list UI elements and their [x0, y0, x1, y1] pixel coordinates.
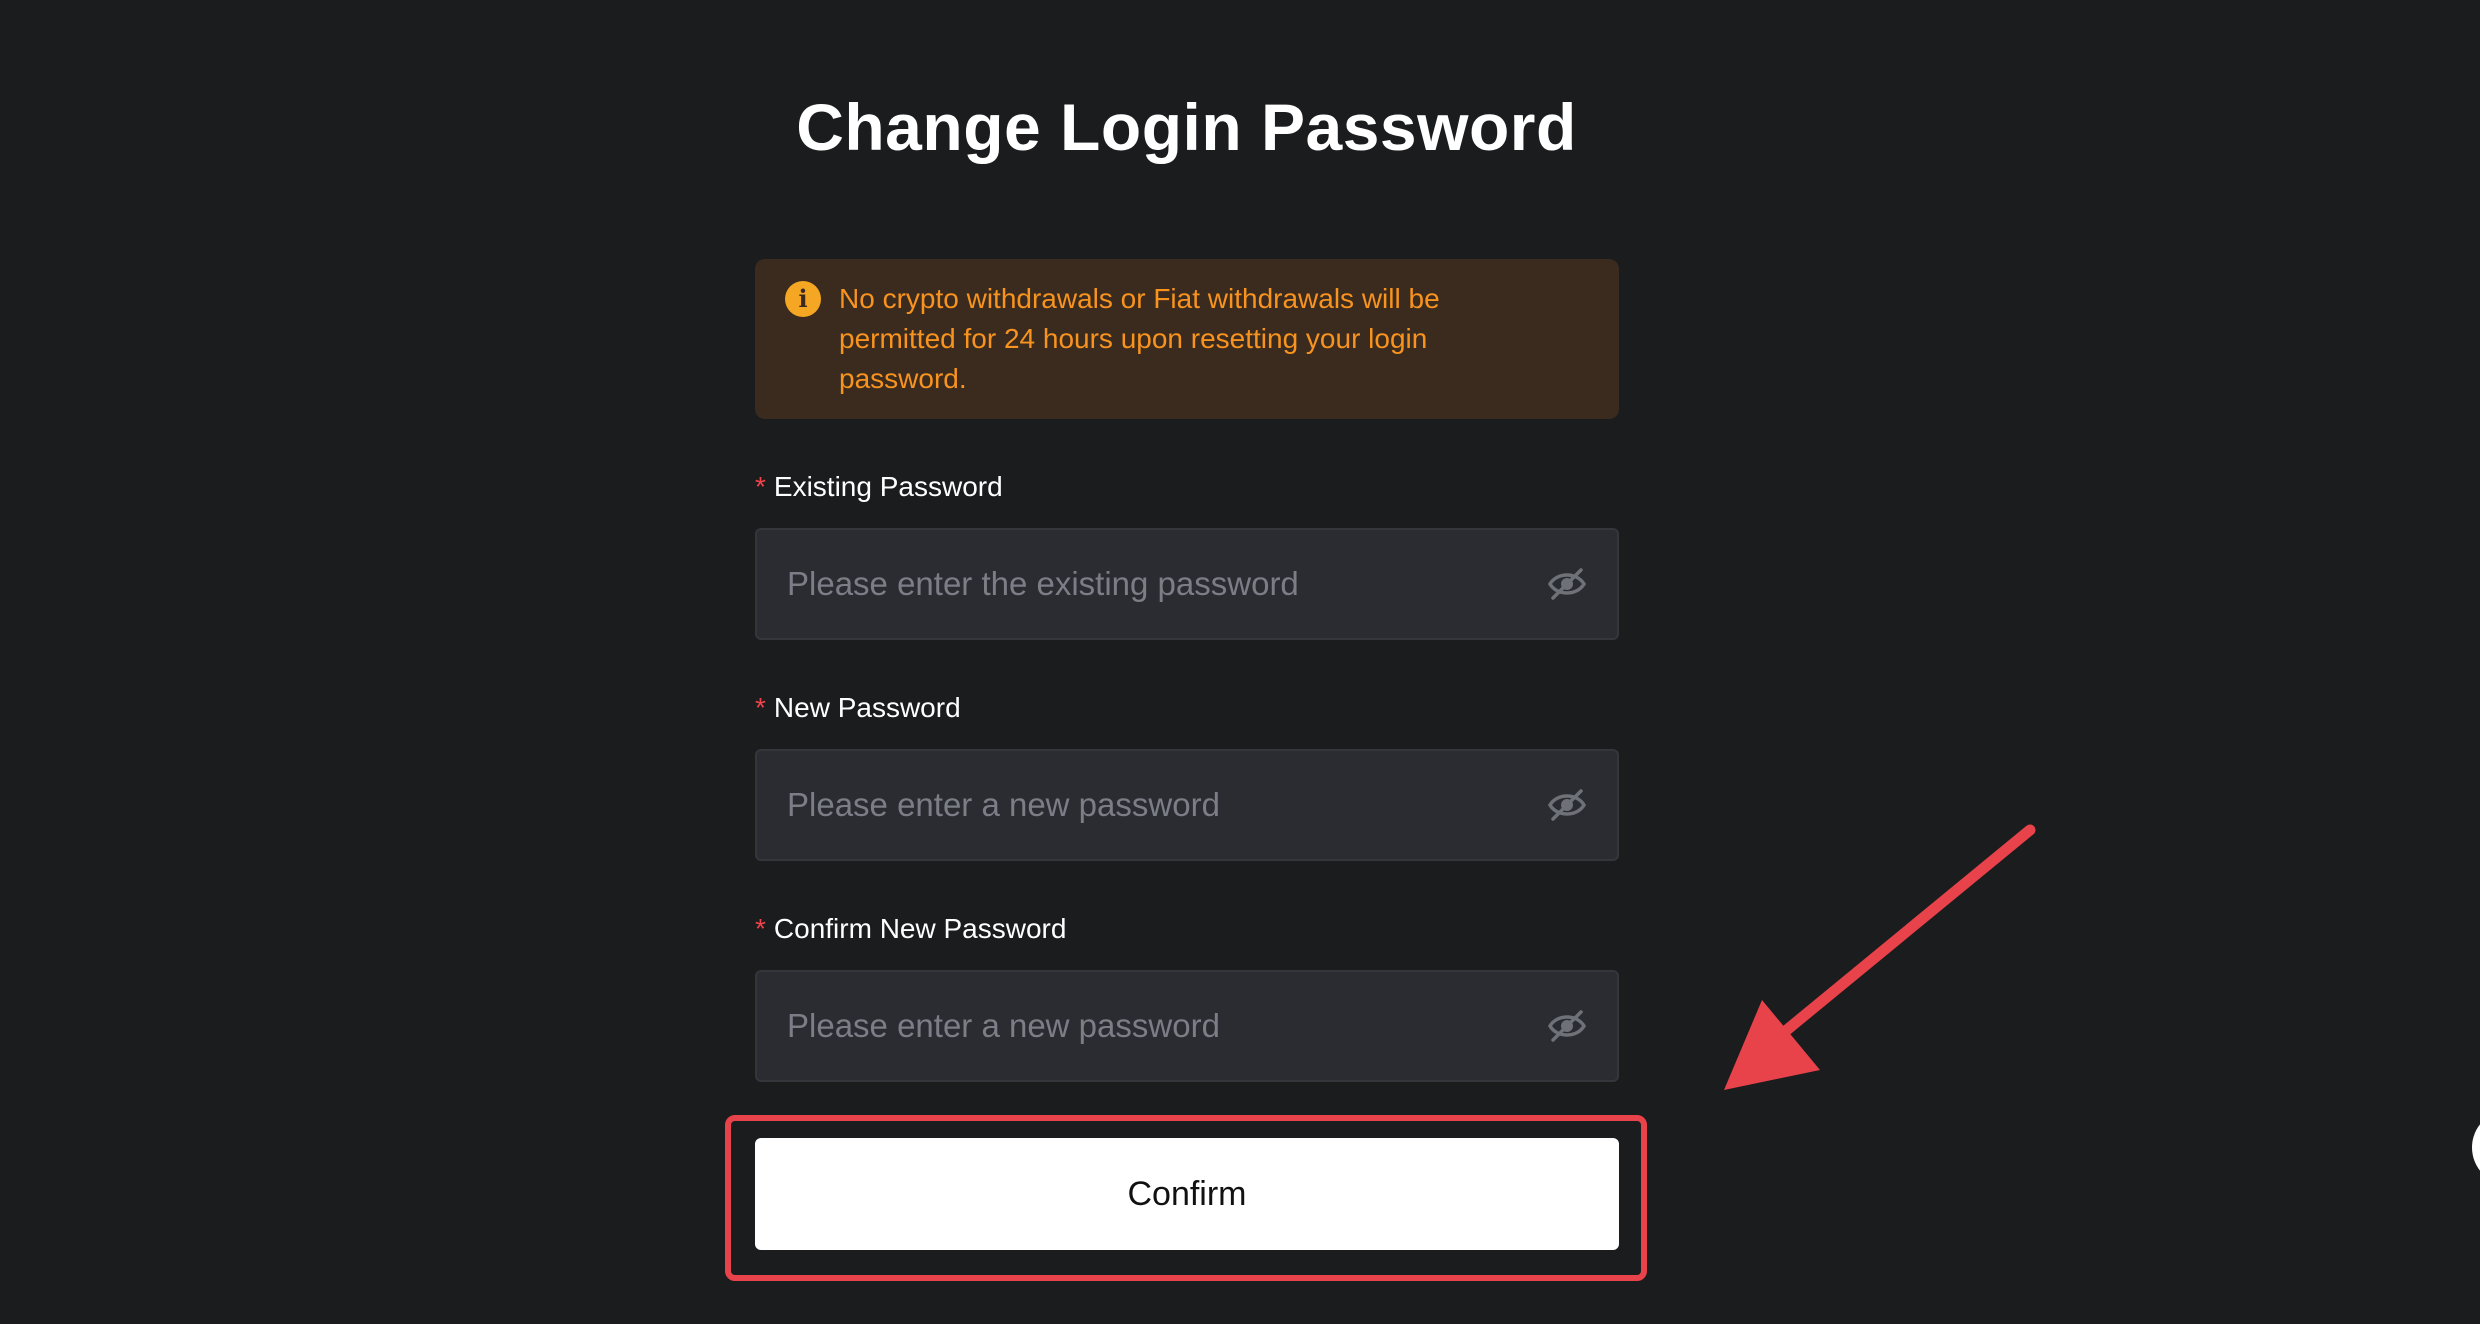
withdrawal-warning-notice: i No crypto withdrawals or Fiat withdraw… [755, 259, 1619, 419]
page-title: Change Login Password [796, 90, 1577, 164]
eye-off-icon[interactable] [1547, 566, 1587, 602]
existing-password-input[interactable] [787, 530, 1507, 638]
required-asterisk: * [755, 471, 766, 502]
info-icon: i [785, 281, 821, 317]
floating-widget-edge[interactable] [2472, 1110, 2480, 1185]
new-password-field [755, 749, 1619, 861]
required-asterisk: * [755, 692, 766, 723]
existing-password-field [755, 528, 1619, 640]
warning-text: No crypto withdrawals or Fiat withdrawal… [839, 283, 1440, 394]
change-password-page: Change Login Password i No crypto withdr… [0, 0, 2480, 1324]
annotation-arrow-icon [1724, 824, 2036, 1090]
confirm-password-label-text: Confirm New Password [773, 913, 1067, 944]
confirm-button[interactable]: Confirm [755, 1138, 1619, 1250]
confirm-password-field [755, 970, 1619, 1082]
new-password-input[interactable] [787, 751, 1507, 859]
required-asterisk: * [755, 913, 766, 944]
new-password-label: * New Password [755, 688, 961, 728]
confirm-password-input[interactable] [787, 972, 1507, 1080]
eye-off-icon[interactable] [1547, 1008, 1587, 1044]
new-password-label-text: New Password [773, 692, 961, 723]
existing-password-label: * Existing Password [755, 467, 1003, 507]
existing-password-label-text: Existing Password [773, 471, 1003, 502]
eye-off-icon[interactable] [1547, 787, 1587, 823]
confirm-password-label: * Confirm New Password [755, 909, 1066, 949]
